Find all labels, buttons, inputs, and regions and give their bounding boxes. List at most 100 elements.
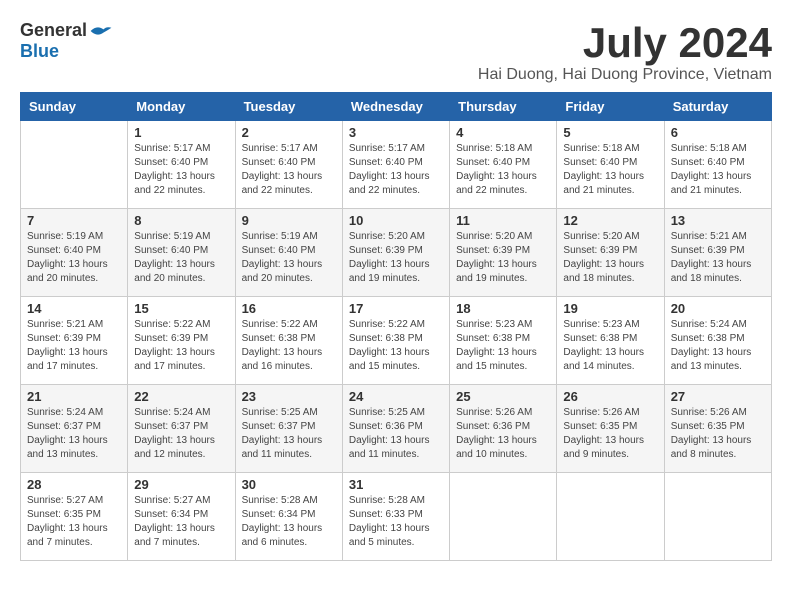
calendar-cell: 14Sunrise: 5:21 AMSunset: 6:39 PMDayligh… (21, 297, 128, 385)
day-info: Sunrise: 5:26 AMSunset: 6:35 PMDaylight:… (563, 406, 657, 462)
calendar-week-row: 14Sunrise: 5:21 AMSunset: 6:39 PMDayligh… (21, 297, 772, 385)
day-number: 11 (456, 213, 550, 228)
day-number: 25 (456, 389, 550, 404)
day-number: 13 (671, 213, 765, 228)
day-number: 26 (563, 389, 657, 404)
calendar-cell: 28 Sunrise: 5:27 AMSunset: 6:35 PMDayligh… (21, 473, 128, 561)
day-info: Sunrise: 5:20 AMSunset: 6:39 PMDaylight:… (456, 230, 550, 286)
title-section: July 2024 Hai Duong, Hai Duong Province,… (478, 20, 772, 84)
day-number: 1 (134, 125, 228, 140)
calendar-cell: 2 Sunrise: 5:17 AMSunset: 6:40 PMDaylight… (235, 121, 342, 209)
day-info: Sunrise: 5:24 AMSunset: 6:37 PMDaylight:… (27, 406, 121, 462)
day-info: Sunrise: 5:25 AMSunset: 6:37 PMDaylight:… (242, 406, 336, 462)
day-info: Sunrise: 5:26 AMSunset: 6:36 PMDaylight:… (456, 406, 550, 462)
day-number: 24 (349, 389, 443, 404)
calendar-cell: 3 Sunrise: 5:17 AMSunset: 6:40 PMDaylight… (342, 121, 449, 209)
calendar-cell (450, 473, 557, 561)
day-info: Sunrise: 5:19 AMSunset: 6:40 PMDaylight:… (27, 230, 121, 286)
calendar-cell (21, 121, 128, 209)
day-info: Sunrise: 5:24 AMSunset: 6:37 PMDaylight:… (134, 406, 228, 462)
calendar-cell: 23Sunrise: 5:25 AMSunset: 6:37 PMDayligh… (235, 385, 342, 473)
day-number: 7 (27, 213, 121, 228)
day-number: 21 (27, 389, 121, 404)
day-info: Sunrise: 5:17 AMSunset: 6:40 PMDaylight:… (349, 142, 443, 198)
calendar-day-header: Wednesday (342, 93, 449, 121)
calendar-cell: 31 Sunrise: 5:28 AMSunset: 6:33 PMDayligh… (342, 473, 449, 561)
day-number: 18 (456, 301, 550, 316)
calendar-cell: 5 Sunrise: 5:18 AMSunset: 6:40 PMDaylight… (557, 121, 664, 209)
calendar-cell: 24 Sunrise: 5:25 AMSunset: 6:36 PMDayligh… (342, 385, 449, 473)
day-number: 17 (349, 301, 443, 316)
day-info: Sunrise: 5:23 AMSunset: 6:38 PMDaylight:… (456, 318, 550, 374)
calendar-week-row: 7 Sunrise: 5:19 AMSunset: 6:40 PMDaylight… (21, 209, 772, 297)
calendar-body: 1 Sunrise: 5:17 AMSunset: 6:40 PMDaylight… (21, 121, 772, 561)
day-number: 19 (563, 301, 657, 316)
calendar-cell: 7 Sunrise: 5:19 AMSunset: 6:40 PMDaylight… (21, 209, 128, 297)
day-info: Sunrise: 5:27 AMSunset: 6:34 PMDaylight:… (134, 494, 228, 550)
day-number: 15 (134, 301, 228, 316)
calendar-cell: 11 Sunrise: 5:20 AMSunset: 6:39 PMDayligh… (450, 209, 557, 297)
calendar-day-header: Tuesday (235, 93, 342, 121)
calendar-day-header: Friday (557, 93, 664, 121)
logo: General Blue (20, 20, 113, 62)
day-number: 3 (349, 125, 443, 140)
day-number: 5 (563, 125, 657, 140)
calendar-cell: 8Sunrise: 5:19 AMSunset: 6:40 PMDaylight… (128, 209, 235, 297)
day-info: Sunrise: 5:21 AMSunset: 6:39 PMDaylight:… (671, 230, 765, 286)
calendar-cell: 22 Sunrise: 5:24 AMSunset: 6:37 PMDayligh… (128, 385, 235, 473)
day-number: 10 (349, 213, 443, 228)
day-number: 30 (242, 477, 336, 492)
day-number: 2 (242, 125, 336, 140)
day-info: Sunrise: 5:28 AMSunset: 6:33 PMDaylight:… (349, 494, 443, 550)
day-number: 31 (349, 477, 443, 492)
calendar-cell: 15 Sunrise: 5:22 AMSunset: 6:39 PMDayligh… (128, 297, 235, 385)
day-info: Sunrise: 5:20 AMSunset: 6:39 PMDaylight:… (349, 230, 443, 286)
calendar-cell: 30Sunrise: 5:28 AMSunset: 6:34 PMDayligh… (235, 473, 342, 561)
day-info: Sunrise: 5:18 AMSunset: 6:40 PMDaylight:… (456, 142, 550, 198)
day-info: Sunrise: 5:26 AMSunset: 6:35 PMDaylight:… (671, 406, 765, 462)
calendar-cell: 9Sunrise: 5:19 AMSunset: 6:40 PMDaylight… (235, 209, 342, 297)
day-info: Sunrise: 5:22 AMSunset: 6:39 PMDaylight:… (134, 318, 228, 374)
day-info: Sunrise: 5:23 AMSunset: 6:38 PMDaylight:… (563, 318, 657, 374)
calendar-cell: 13 Sunrise: 5:21 AMSunset: 6:39 PMDayligh… (664, 209, 771, 297)
calendar-cell: 1Sunrise: 5:17 AMSunset: 6:40 PMDaylight… (128, 121, 235, 209)
calendar-day-header: Saturday (664, 93, 771, 121)
day-info: Sunrise: 5:25 AMSunset: 6:36 PMDaylight:… (349, 406, 443, 462)
calendar-day-header: Thursday (450, 93, 557, 121)
day-number: 4 (456, 125, 550, 140)
page-header: General Blue July 2024 Hai Duong, Hai Du… (20, 20, 772, 84)
day-number: 14 (27, 301, 121, 316)
day-info: Sunrise: 5:20 AMSunset: 6:39 PMDaylight:… (563, 230, 657, 286)
day-info: Sunrise: 5:18 AMSunset: 6:40 PMDaylight:… (563, 142, 657, 198)
calendar-week-row: 28 Sunrise: 5:27 AMSunset: 6:35 PMDayligh… (21, 473, 772, 561)
day-number: 8 (134, 213, 228, 228)
calendar-week-row: 1 Sunrise: 5:17 AMSunset: 6:40 PMDaylight… (21, 121, 772, 209)
calendar-header-row: SundayMondayTuesdayWednesdayThursdayFrid… (21, 93, 772, 121)
logo-general-text: General (20, 20, 87, 41)
calendar-day-header: Sunday (21, 93, 128, 121)
day-info: Sunrise: 5:18 AMSunset: 6:40 PMDaylight:… (671, 142, 765, 198)
calendar-cell: 18 Sunrise: 5:23 AMSunset: 6:38 PMDayligh… (450, 297, 557, 385)
calendar-cell: 29Sunrise: 5:27 AMSunset: 6:34 PMDayligh… (128, 473, 235, 561)
day-number: 27 (671, 389, 765, 404)
day-info: Sunrise: 5:22 AMSunset: 6:38 PMDaylight:… (242, 318, 336, 374)
calendar-table: SundayMondayTuesdayWednesdayThursdayFrid… (20, 92, 772, 561)
calendar-cell: 25 Sunrise: 5:26 AMSunset: 6:36 PMDayligh… (450, 385, 557, 473)
day-info: Sunrise: 5:27 AMSunset: 6:35 PMDaylight:… (27, 494, 121, 550)
calendar-cell: 19 Sunrise: 5:23 AMSunset: 6:38 PMDayligh… (557, 297, 664, 385)
logo-blue-text: Blue (20, 41, 59, 62)
calendar-cell: 21 Sunrise: 5:24 AMSunset: 6:37 PMDayligh… (21, 385, 128, 473)
calendar-cell: 17Sunrise: 5:22 AMSunset: 6:38 PMDayligh… (342, 297, 449, 385)
day-number: 16 (242, 301, 336, 316)
day-number: 9 (242, 213, 336, 228)
calendar-cell: 4 Sunrise: 5:18 AMSunset: 6:40 PMDaylight… (450, 121, 557, 209)
logo-bird-icon (89, 22, 113, 40)
calendar-cell: 27 Sunrise: 5:26 AMSunset: 6:35 PMDayligh… (664, 385, 771, 473)
day-number: 28 (27, 477, 121, 492)
calendar-cell: 16 Sunrise: 5:22 AMSunset: 6:38 PMDayligh… (235, 297, 342, 385)
day-number: 22 (134, 389, 228, 404)
day-number: 12 (563, 213, 657, 228)
day-info: Sunrise: 5:17 AMSunset: 6:40 PMDaylight:… (242, 142, 336, 198)
location-title: Hai Duong, Hai Duong Province, Vietnam (478, 66, 772, 84)
calendar-cell (664, 473, 771, 561)
